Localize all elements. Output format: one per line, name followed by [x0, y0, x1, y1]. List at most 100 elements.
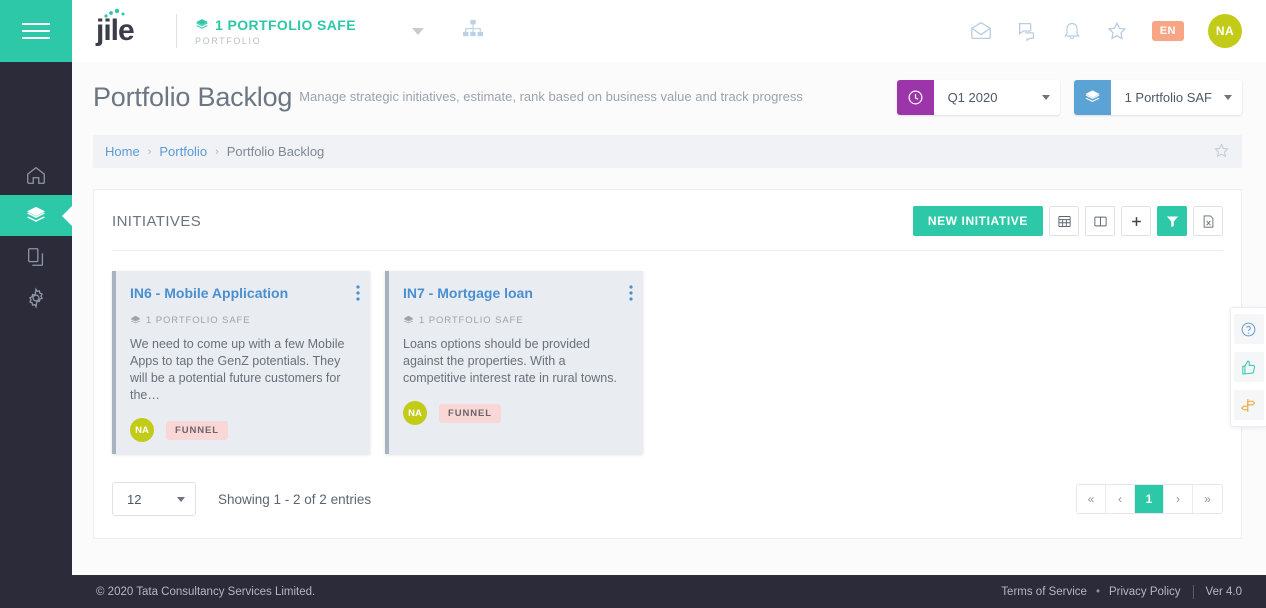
footer-copyright: © 2020 Tata Consultancy Services Limited… — [96, 585, 316, 598]
logo-dots-icon — [104, 8, 125, 18]
help-icon[interactable] — [1233, 314, 1264, 344]
page-size-select[interactable]: 12 — [112, 482, 196, 516]
hamburger-bar — [22, 23, 50, 25]
page-next-button[interactable]: › — [1164, 485, 1193, 513]
new-initiative-button[interactable]: NEW INITIATIVE — [912, 206, 1043, 236]
card-footer: NA FUNNEL — [130, 418, 356, 442]
chevron-down-icon — [1041, 95, 1050, 100]
clock-icon — [896, 80, 934, 115]
portfolio-name: 1 PORTFOLIO SAFE — [215, 16, 356, 33]
terms-of-service-link[interactable]: Terms of Service — [1001, 586, 1087, 598]
initiative-card[interactable]: IN6 - Mobile Application 1 PORTFOLIO SAF… — [112, 271, 370, 454]
sidebar-items — [0, 154, 72, 318]
signpost-icon[interactable] — [1233, 390, 1264, 420]
period-selector-body[interactable]: Q1 2020 — [933, 80, 1060, 115]
portfolio-scope-value: 1 Portfolio SAF — [1124, 90, 1212, 105]
footer: © 2020 Tata Consultancy Services Limited… — [72, 575, 1266, 608]
header-divider — [176, 14, 177, 48]
sidebar-item-portfolio[interactable] — [0, 195, 72, 236]
page-last-button[interactable]: » — [1193, 485, 1222, 513]
sidebar-item-home[interactable] — [0, 154, 72, 195]
hamburger-bar — [22, 30, 50, 32]
layers-icon — [1073, 80, 1111, 115]
page-title: Portfolio Backlog — [93, 82, 293, 112]
add-icon[interactable] — [1121, 206, 1151, 236]
chevron-down-icon — [1224, 95, 1232, 100]
card-description: We need to come up with a few Mobile App… — [130, 337, 345, 402]
page-content: Portfolio Backlog Manage strategic initi… — [72, 62, 1266, 575]
layers-icon — [196, 18, 208, 29]
footer-divider — [1192, 584, 1194, 599]
card-avatar[interactable]: NA — [403, 401, 427, 425]
layers-icon — [130, 315, 141, 324]
pagination-bar: 12 Showing 1 - 2 of 2 entries « ‹ 1 › » — [112, 482, 1223, 516]
star-icon[interactable] — [1106, 20, 1128, 42]
period-selector[interactable]: Q1 2020 — [896, 80, 1060, 115]
breadcrumb-item-current: Portfolio Backlog — [226, 144, 325, 159]
card-description: Loans options should be provided against… — [403, 337, 617, 385]
breadcrumb: Home › Portfolio › Portfolio Backlog — [93, 135, 1242, 168]
panel-header: INITIATIVES NEW INITIATIVE — [112, 190, 1223, 250]
org-chart-icon[interactable] — [462, 19, 484, 44]
avatar[interactable]: NA — [1208, 14, 1242, 48]
filter-icon[interactable] — [1157, 206, 1187, 236]
card-avatar[interactable]: NA — [130, 418, 154, 442]
status-badge: FUNNEL — [166, 420, 228, 440]
breadcrumb-item-home[interactable]: Home — [105, 144, 140, 159]
documents-icon — [28, 247, 44, 266]
chevron-down-icon[interactable] — [411, 27, 424, 35]
hamburger-icon[interactable] — [0, 0, 72, 62]
card-meta: 1 PORTFOLIO SAFE — [403, 315, 629, 326]
mail-icon[interactable] — [970, 20, 992, 42]
card-footer: NA FUNNEL — [403, 401, 629, 425]
app-root: jile 1 PORTFOLIO SAFE PORTFOLIO EN NA Po… — [0, 0, 1266, 608]
page-size-value: 12 — [127, 491, 142, 507]
portfolio-scope-body[interactable]: 1 Portfolio SAF — [1110, 80, 1242, 115]
status-badge: FUNNEL — [439, 403, 501, 423]
layers-icon — [26, 206, 46, 222]
page-prev-button[interactable]: ‹ — [1106, 485, 1135, 513]
page-header: Portfolio Backlog Manage strategic initi… — [72, 62, 1266, 115]
org-chart-glyph — [462, 19, 483, 36]
privacy-policy-link[interactable]: Privacy Policy — [1109, 586, 1181, 598]
page-first-button[interactable]: « — [1077, 485, 1106, 513]
breadcrumb-item-portfolio[interactable]: Portfolio — [159, 144, 207, 159]
top-header: jile 1 PORTFOLIO SAFE PORTFOLIO EN NA — [72, 0, 1266, 62]
sidebar-item-documents[interactable] — [0, 236, 72, 277]
page-number-button[interactable]: 1 — [1135, 485, 1164, 513]
pagination: « ‹ 1 › » — [1076, 484, 1223, 514]
export-excel-icon[interactable] — [1193, 206, 1223, 236]
help-rail — [1230, 307, 1266, 427]
showing-entries-label: Showing 1 - 2 of 2 entries — [218, 491, 372, 507]
card-title[interactable]: IN6 - Mobile Application — [130, 285, 356, 301]
favorite-star-icon[interactable] — [1213, 142, 1230, 162]
sidebar-item-settings[interactable] — [0, 277, 72, 318]
initiative-card[interactable]: IN7 - Mortgage loan 1 PORTFOLIO SAFE Loa… — [385, 271, 643, 454]
portfolio-sub-label: PORTFOLIO — [195, 35, 262, 46]
card-meta: 1 PORTFOLIO SAFE — [130, 315, 356, 326]
card-title[interactable]: IN7 - Mortgage loan — [403, 285, 629, 301]
breadcrumb-separator: › — [147, 145, 152, 158]
layers-icon — [403, 315, 414, 324]
footer-links: Terms of Service • Privacy Policy Ver 4.… — [1001, 584, 1242, 599]
breadcrumb-separator: › — [215, 145, 219, 158]
language-badge[interactable]: EN — [1151, 21, 1184, 41]
column-view-icon[interactable] — [1085, 206, 1115, 236]
bell-icon[interactable] — [1062, 20, 1082, 42]
portfolio-selector[interactable]: 1 PORTFOLIO SAFE PORTFOLIO — [195, 17, 356, 46]
app-logo[interactable]: jile — [96, 8, 168, 46]
grid-view-icon[interactable] — [1049, 206, 1079, 236]
thumbs-up-icon[interactable] — [1233, 352, 1264, 382]
kebab-menu-icon[interactable] — [356, 285, 360, 306]
card-meta-label: 1 PORTFOLIO SAFE — [146, 315, 251, 326]
sidebar — [0, 0, 72, 608]
page-description: Manage strategic initiatives, estimate, … — [299, 89, 803, 104]
chat-icon[interactable] — [1016, 20, 1038, 42]
panel-title: INITIATIVES — [112, 212, 202, 230]
portfolio-scope-selector[interactable]: 1 Portfolio SAF — [1073, 80, 1242, 115]
chevron-down-icon — [177, 496, 185, 502]
initiative-card-list: IN6 - Mobile Application 1 PORTFOLIO SAF… — [112, 251, 1223, 454]
kebab-menu-icon[interactable] — [629, 285, 633, 306]
home-icon — [27, 166, 45, 184]
hamburger-bar — [22, 37, 50, 39]
